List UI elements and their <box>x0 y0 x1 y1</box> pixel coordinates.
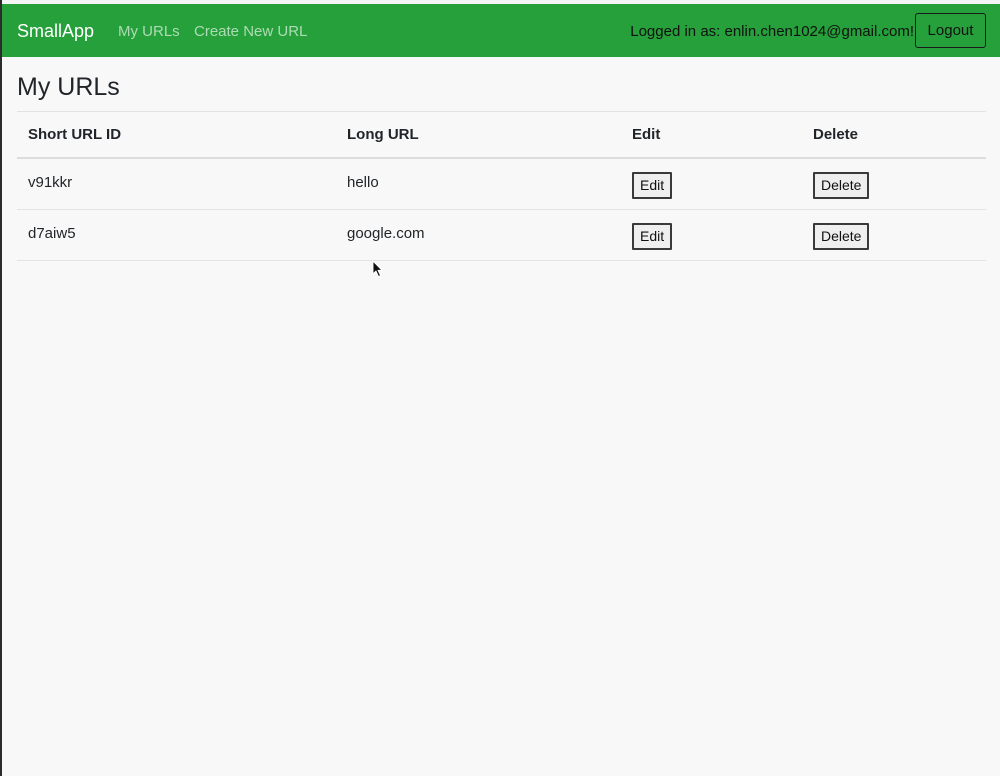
navbar: SmallApp My URLs Create New URL Logged i… <box>2 4 1000 57</box>
mouse-pointer-icon <box>372 260 383 277</box>
delete-button[interactable]: Delete <box>813 222 870 250</box>
logged-in-text: Logged in as: enlin.chen1024@gmail.com! <box>630 23 914 40</box>
urls-table: Short URL ID Long URL Edit Delete v91kkr… <box>17 112 986 261</box>
header-edit: Edit <box>621 112 802 159</box>
table-header-row: Short URL ID Long URL Edit Delete <box>17 112 986 159</box>
short-id-cell: d7aiw5 <box>17 209 336 261</box>
edit-button[interactable]: Edit <box>632 222 673 250</box>
logout-button[interactable]: Logout <box>915 13 986 48</box>
delete-button[interactable]: Delete <box>813 172 870 199</box>
brand-link[interactable]: SmallApp <box>17 21 94 42</box>
long-url-cell: hello <box>336 158 621 210</box>
short-id-text: v91kkr <box>28 174 73 191</box>
header-short-url-id: Short URL ID <box>17 112 336 159</box>
long-url-cell: google.com <box>336 209 621 261</box>
table-row: v91kkr hello Edit Delete <box>17 158 986 210</box>
delete-cell: Delete <box>802 158 986 210</box>
header-delete: Delete <box>802 112 986 159</box>
delete-cell: Delete <box>802 209 986 261</box>
header-long-url: Long URL <box>336 112 621 159</box>
edit-cell: Edit <box>621 209 802 261</box>
long-url-text: hello <box>347 174 379 191</box>
nav-create-new-url-link[interactable]: Create New URL <box>194 23 307 40</box>
edit-cell: Edit <box>621 158 802 210</box>
short-id-cell: v91kkr <box>17 158 336 210</box>
short-id-text: d7aiw5 <box>28 224 76 242</box>
long-url-text: google.com <box>347 224 425 242</box>
page-title: My URLs <box>17 73 120 101</box>
nav-my-urls-link[interactable]: My URLs <box>118 23 180 40</box>
table-row: d7aiw5 google.com Edit Delete <box>17 209 986 261</box>
edit-button[interactable]: Edit <box>632 172 673 199</box>
